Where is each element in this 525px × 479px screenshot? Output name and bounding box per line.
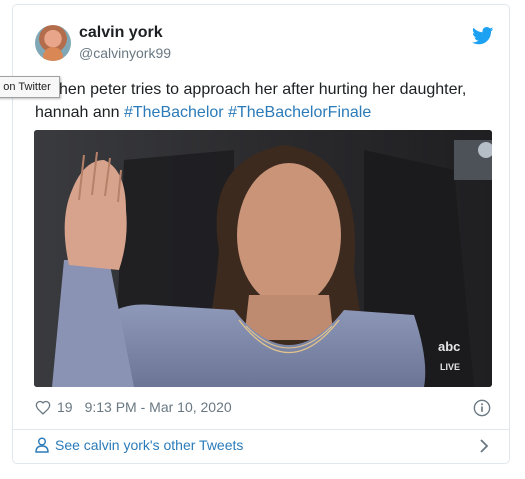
like-count[interactable]: 19 bbox=[57, 399, 73, 415]
tweet-media[interactable]: abc LIVE bbox=[34, 130, 492, 387]
see-other-tweets-label: See calvin york's other Tweets bbox=[55, 437, 244, 453]
author-name[interactable]: calvin york bbox=[79, 24, 163, 42]
media-image: abc LIVE bbox=[34, 130, 492, 387]
embedded-tweet-card: calvin york @calvinyork99 i: when peter … bbox=[12, 4, 510, 464]
hashtag-thebachelorfinale[interactable]: #TheBachelorFinale bbox=[228, 104, 371, 121]
live-watermark: LIVE bbox=[440, 362, 460, 372]
person-icon bbox=[35, 437, 49, 453]
timestamp[interactable]: 9:13 PM - Mar 10, 2020 bbox=[85, 399, 232, 415]
divider bbox=[13, 429, 509, 430]
tweet-text: i: when peter tries to approach her afte… bbox=[35, 78, 485, 124]
twitter-bird-icon[interactable] bbox=[472, 27, 494, 45]
info-icon[interactable] bbox=[473, 399, 491, 417]
hashtag-thebachelor[interactable]: #TheBachelor bbox=[124, 104, 224, 121]
chevron-right-icon[interactable] bbox=[479, 438, 489, 454]
tweet-meta-row: 19 9:13 PM - Mar 10, 2020 bbox=[35, 399, 232, 415]
avatar[interactable] bbox=[35, 25, 71, 61]
see-other-tweets-link[interactable]: See calvin york's other Tweets bbox=[35, 437, 243, 453]
heart-icon[interactable] bbox=[35, 400, 51, 415]
tooltip: ge on Twitter bbox=[0, 76, 60, 98]
author-handle[interactable]: @calvinyork99 bbox=[79, 45, 171, 61]
network-watermark: abc bbox=[438, 339, 460, 354]
